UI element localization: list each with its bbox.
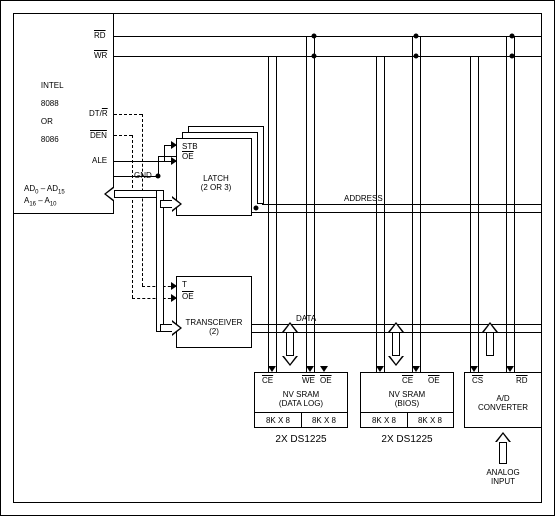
stb-vert bbox=[164, 145, 165, 161]
analog-label: ANALOGINPUT bbox=[476, 468, 530, 486]
ale-to-stb bbox=[114, 161, 176, 162]
adc-data-arrowup-icon bbox=[482, 322, 498, 332]
nv2-data-arrowup-icon bbox=[388, 322, 404, 332]
nv1-vert1 bbox=[268, 56, 269, 372]
nv2-vert1 bbox=[376, 56, 377, 372]
rd-tap2-icon bbox=[414, 34, 419, 39]
nvsram2-bottom: 2X DS1225 bbox=[360, 434, 454, 446]
addr-dot-icon bbox=[254, 206, 259, 211]
cpu-bus-left bbox=[114, 190, 160, 198]
adc-title: A/DCONVERTER bbox=[466, 394, 540, 412]
adc-vert3 bbox=[506, 36, 507, 372]
den-to-oe bbox=[132, 298, 176, 299]
den-v bbox=[132, 135, 133, 298]
nvsram1-chipL: 8K X 8 bbox=[258, 416, 298, 425]
nv1-data-arrowdown-icon bbox=[282, 356, 298, 366]
gnd-dot-icon bbox=[156, 174, 161, 179]
cpu-pin-rd: RD bbox=[94, 31, 106, 40]
nvsram1-we: WE bbox=[302, 376, 315, 385]
xcvr-title: TRANSCEIVER(2) bbox=[180, 318, 248, 336]
clip-frame: INTEL 8088 OR 8086 RD WR DT/R DEN ALE GN… bbox=[13, 13, 542, 503]
adc-rd: RD bbox=[516, 376, 528, 385]
cpu-pin-den: DEN bbox=[90, 131, 107, 140]
dtr-h bbox=[114, 114, 142, 115]
nvsram1-oe: OE bbox=[320, 376, 332, 385]
cpu-pin-ale: ALE bbox=[92, 156, 107, 165]
nvsram2-oe: OE bbox=[428, 376, 440, 385]
cpu-bus-leftarrow-icon bbox=[104, 186, 114, 202]
nv1-vert3 bbox=[306, 36, 307, 372]
nvsram1-bottom: 2X DS1225 bbox=[254, 434, 348, 446]
nvsram2-split bbox=[407, 412, 408, 428]
address-bus-bot bbox=[252, 212, 542, 213]
nv2-vert2 bbox=[384, 56, 385, 372]
adc-cs-arrow-icon bbox=[470, 366, 478, 372]
cpu-pin-dtr: DT/R bbox=[89, 109, 108, 118]
adc-rd-arrow-icon bbox=[506, 366, 514, 372]
nvsram1-split bbox=[301, 412, 302, 428]
nv1-data-arrowup-icon bbox=[282, 322, 298, 332]
diagram-canvas: INTEL 8088 OR 8086 RD WR DT/R DEN ALE GN… bbox=[0, 0, 555, 516]
latch-title: LATCH(2 OR 3) bbox=[196, 174, 236, 192]
cpu-bus-to-latch-arrow-icon bbox=[172, 196, 182, 212]
stb-arrow-icon bbox=[171, 141, 177, 149]
nvsram1-title: NV SRAM(DATA LOG) bbox=[258, 390, 344, 408]
nv1-vert2 bbox=[276, 56, 277, 372]
nv2-data-arrowdown-icon bbox=[388, 356, 404, 366]
nvsram2-chipL: 8K X 8 bbox=[364, 416, 404, 425]
nv1-vert4 bbox=[314, 36, 315, 372]
cpu-label: INTEL 8088 OR 8086 bbox=[32, 72, 64, 153]
nvsram2-title: NV SRAM(BIOS) bbox=[364, 390, 450, 408]
xcvr-pin-t: T bbox=[182, 280, 187, 289]
wr-tap2-icon bbox=[414, 54, 419, 59]
xcvr-pin-oe: OE bbox=[182, 292, 194, 301]
nv1-data-drop bbox=[286, 332, 294, 356]
gnd-to-oe bbox=[158, 156, 176, 157]
nvsram2-ce: CE bbox=[402, 376, 413, 385]
adc-data-drop bbox=[486, 332, 494, 356]
adc-vert2 bbox=[478, 56, 479, 372]
adc-cs: CS bbox=[472, 376, 483, 385]
rd-line bbox=[114, 36, 542, 37]
transceiver-block bbox=[176, 276, 252, 348]
adc-vert4 bbox=[514, 36, 515, 372]
nv2-ctrl-arrow-icon bbox=[412, 366, 420, 372]
dtr-v bbox=[142, 114, 143, 286]
den-h bbox=[114, 135, 132, 136]
latch-pin-oe: OE bbox=[182, 152, 194, 161]
nv2-addr-arrow-icon bbox=[376, 366, 384, 372]
nv2-vert3 bbox=[412, 36, 413, 372]
cpu-bus-to-xcvr-arrow-icon bbox=[172, 320, 182, 336]
nv2-vert4 bbox=[420, 36, 421, 372]
cpu-pin-wr: WR bbox=[94, 51, 107, 60]
gnd-stub bbox=[114, 176, 158, 177]
adc-vert1 bbox=[470, 56, 471, 372]
address-bus-top bbox=[252, 204, 542, 205]
analog-arrow-icon bbox=[495, 432, 511, 442]
latch-pin-stb: STB bbox=[182, 142, 198, 151]
cpu-bus-down bbox=[156, 190, 164, 332]
nvsram1-chipR: 8K X 8 bbox=[304, 416, 344, 425]
ale-arrow-icon bbox=[171, 157, 177, 165]
nvsram2-chipR: 8K X 8 bbox=[410, 416, 450, 425]
nvsram1-ce: CE bbox=[262, 376, 273, 385]
analog-bus bbox=[499, 442, 507, 464]
nv2-data-drop bbox=[392, 332, 400, 356]
cpu-pin-a: A16 – A10 bbox=[24, 196, 57, 210]
